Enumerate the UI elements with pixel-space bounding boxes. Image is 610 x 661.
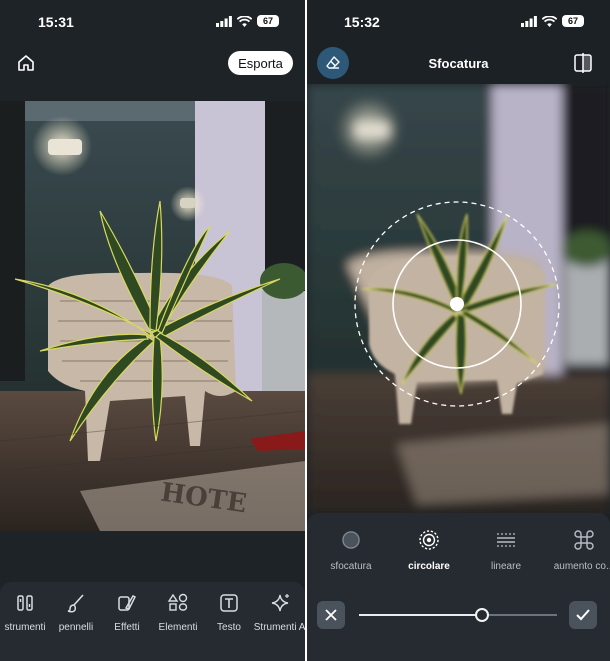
plant-photo: HOTE <box>0 101 305 531</box>
bottom-toolbar: strumenti pennelli Effetti Elementi Test… <box>0 582 305 661</box>
tool-label: Testo <box>217 622 241 633</box>
home-button[interactable] <box>14 51 38 75</box>
brush-icon <box>50 592 102 616</box>
effects-icon <box>101 592 153 616</box>
mode-label: sfocatura <box>330 561 372 572</box>
status-bar: 15:32 67 <box>307 0 610 44</box>
home-icon <box>18 55 34 71</box>
mode-sfocatura[interactable]: sfocatura <box>316 528 386 572</box>
mode-label: circolare <box>408 561 450 572</box>
tools-icon <box>0 592 51 616</box>
status-icons: 67 <box>521 15 584 27</box>
cancel-button[interactable] <box>317 601 345 629</box>
status-time: 15:31 <box>38 14 74 30</box>
export-button[interactable]: Esporta <box>228 51 293 75</box>
slider-fill <box>359 614 482 616</box>
right-phone-screen: 15:32 67 Sfocatura sfocatura circolare l… <box>307 0 610 661</box>
photo-canvas[interactable] <box>307 84 610 514</box>
tool-strumenti[interactable]: strumenti <box>0 592 51 633</box>
linear-icon <box>471 528 541 552</box>
signal-icon <box>216 15 232 27</box>
tool-label: Strumenti AI <box>253 622 305 633</box>
text-icon <box>203 592 255 616</box>
status-icons: 67 <box>216 15 279 27</box>
signal-icon <box>521 15 537 27</box>
mode-label: lineare <box>490 561 522 572</box>
status-bar: 15:31 67 <box>0 0 305 44</box>
tool-elementi[interactable]: Elementi <box>152 592 204 633</box>
page-title: Sfocatura <box>428 56 489 71</box>
compare-button[interactable] <box>572 52 594 74</box>
checkmark-icon <box>576 609 590 621</box>
status-time: 15:32 <box>344 14 380 30</box>
wifi-icon <box>237 15 252 27</box>
mode-label: aumento co... <box>553 561 610 572</box>
tool-label: pennelli <box>58 622 94 633</box>
blur-options-panel: sfocatura circolare lineare aumento co..… <box>307 513 610 661</box>
mode-circolare[interactable]: circolare <box>394 528 464 572</box>
close-icon <box>325 609 337 621</box>
mode-lineare[interactable]: lineare <box>471 528 541 572</box>
tool-label: Effetti <box>114 622 140 633</box>
tool-label: Elementi <box>158 622 198 633</box>
elements-icon <box>152 592 204 616</box>
compare-icon <box>574 53 592 73</box>
slider-thumb[interactable] <box>474 608 489 622</box>
blur-dot-icon <box>316 528 386 552</box>
ai-sparkle-icon <box>251 592 305 616</box>
wifi-icon <box>542 15 557 27</box>
mode-aumento-contrasto[interactable]: aumento co... <box>548 528 610 572</box>
tool-label: strumenti <box>4 622 46 633</box>
battery-icon: 67 <box>257 15 279 27</box>
tool-strumenti-ai[interactable]: Strumenti AI <box>251 592 305 633</box>
tool-pennelli[interactable]: pennelli <box>50 592 102 633</box>
left-phone-screen: 15:31 67 Esporta HOTE strumenti pennelli… <box>0 0 305 661</box>
command-icon <box>548 528 610 552</box>
tool-effetti[interactable]: Effetti <box>101 592 153 633</box>
focus-center-handle <box>450 297 464 311</box>
photo-canvas[interactable]: HOTE <box>0 101 305 531</box>
tool-testo[interactable]: Testo <box>203 592 255 633</box>
plant-photo-blurred <box>307 84 610 514</box>
blur-intensity-slider[interactable] <box>359 607 557 623</box>
battery-icon: 67 <box>562 15 584 27</box>
confirm-button[interactable] <box>569 601 597 629</box>
radial-icon <box>394 528 464 552</box>
